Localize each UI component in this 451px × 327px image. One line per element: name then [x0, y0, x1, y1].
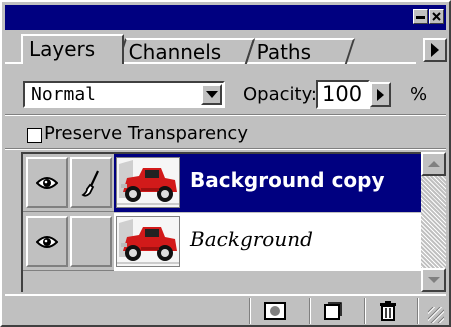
separator [417, 298, 419, 324]
visibility-toggle[interactable] [26, 157, 68, 208]
blend-mode-dropdown-button[interactable] [201, 84, 222, 105]
paint-indicator[interactable] [70, 216, 112, 267]
eye-icon [36, 176, 58, 189]
palette-titlebar[interactable] [5, 5, 446, 30]
trash-icon [380, 301, 396, 321]
car-thumbnail-image [117, 217, 179, 266]
new-layer-button[interactable] [315, 299, 351, 323]
separator [249, 298, 251, 324]
close-icon [432, 12, 441, 21]
chevron-down-icon [427, 277, 440, 283]
paint-indicator[interactable] [70, 157, 112, 208]
tab-paths[interactable]: Paths [244, 38, 356, 64]
resize-grip[interactable] [428, 307, 444, 323]
divider [5, 148, 446, 150]
opacity-label: Opacity: [243, 84, 317, 105]
scroll-up-button[interactable] [421, 152, 446, 176]
new-layer-icon [324, 302, 342, 320]
visibility-toggle[interactable] [26, 216, 68, 267]
layer-body[interactable]: Background [114, 213, 421, 271]
scroll-down-button[interactable] [421, 268, 446, 292]
chevron-down-icon [205, 91, 218, 98]
brush-icon [81, 170, 99, 197]
chevron-up-icon [427, 161, 440, 167]
divider [5, 114, 446, 116]
layers-palette: Paths Channels Layers Normal Opacity: 10… [0, 0, 451, 327]
tab-paths-label: Paths [256, 40, 312, 64]
close-button[interactable] [429, 9, 444, 24]
separator [309, 298, 311, 324]
layer-body[interactable]: Background copy [114, 154, 421, 212]
layer-mask-icon [264, 302, 286, 320]
layer-name: Background [190, 227, 313, 251]
layer-list: Background copy Background [21, 152, 421, 292]
tab-layers[interactable]: Layers [21, 34, 124, 64]
layer-row-background[interactable]: Background [23, 213, 421, 271]
palette-tabs: Paths Channels Layers [5, 31, 446, 64]
car-thumbnail-image [117, 158, 179, 207]
layer-list-scrollbar[interactable] [421, 152, 446, 292]
tab-channels-label: Channels [128, 40, 222, 64]
delete-layer-button[interactable] [370, 299, 406, 323]
minimize-button[interactable] [413, 9, 428, 24]
opacity-slider-button[interactable] [370, 82, 391, 107]
blend-mode-value: Normal [31, 84, 97, 105]
tab-layers-label: Layers [29, 37, 96, 61]
layer-row-background-copy[interactable]: Background copy [23, 154, 421, 212]
palette-menu-button[interactable] [423, 38, 447, 62]
add-layer-mask-button[interactable] [257, 299, 293, 323]
preserve-transparency-label: Preserve Transparency [44, 123, 248, 144]
arrow-right-icon [377, 88, 384, 101]
opacity-percent-sign: % [410, 84, 428, 105]
palette-bottom-bar [5, 294, 446, 325]
layer-name: Background copy [190, 168, 385, 192]
layer-thumbnail [116, 216, 180, 267]
blend-mode-select[interactable]: Normal [23, 81, 225, 108]
arrow-right-icon [431, 43, 439, 57]
preserve-transparency-checkbox[interactable] [27, 128, 42, 143]
separator [364, 298, 366, 324]
eye-icon [36, 235, 58, 248]
layer-thumbnail [116, 157, 180, 208]
tab-channels[interactable]: Channels [116, 38, 256, 64]
opacity-input[interactable]: 100 [316, 80, 370, 109]
